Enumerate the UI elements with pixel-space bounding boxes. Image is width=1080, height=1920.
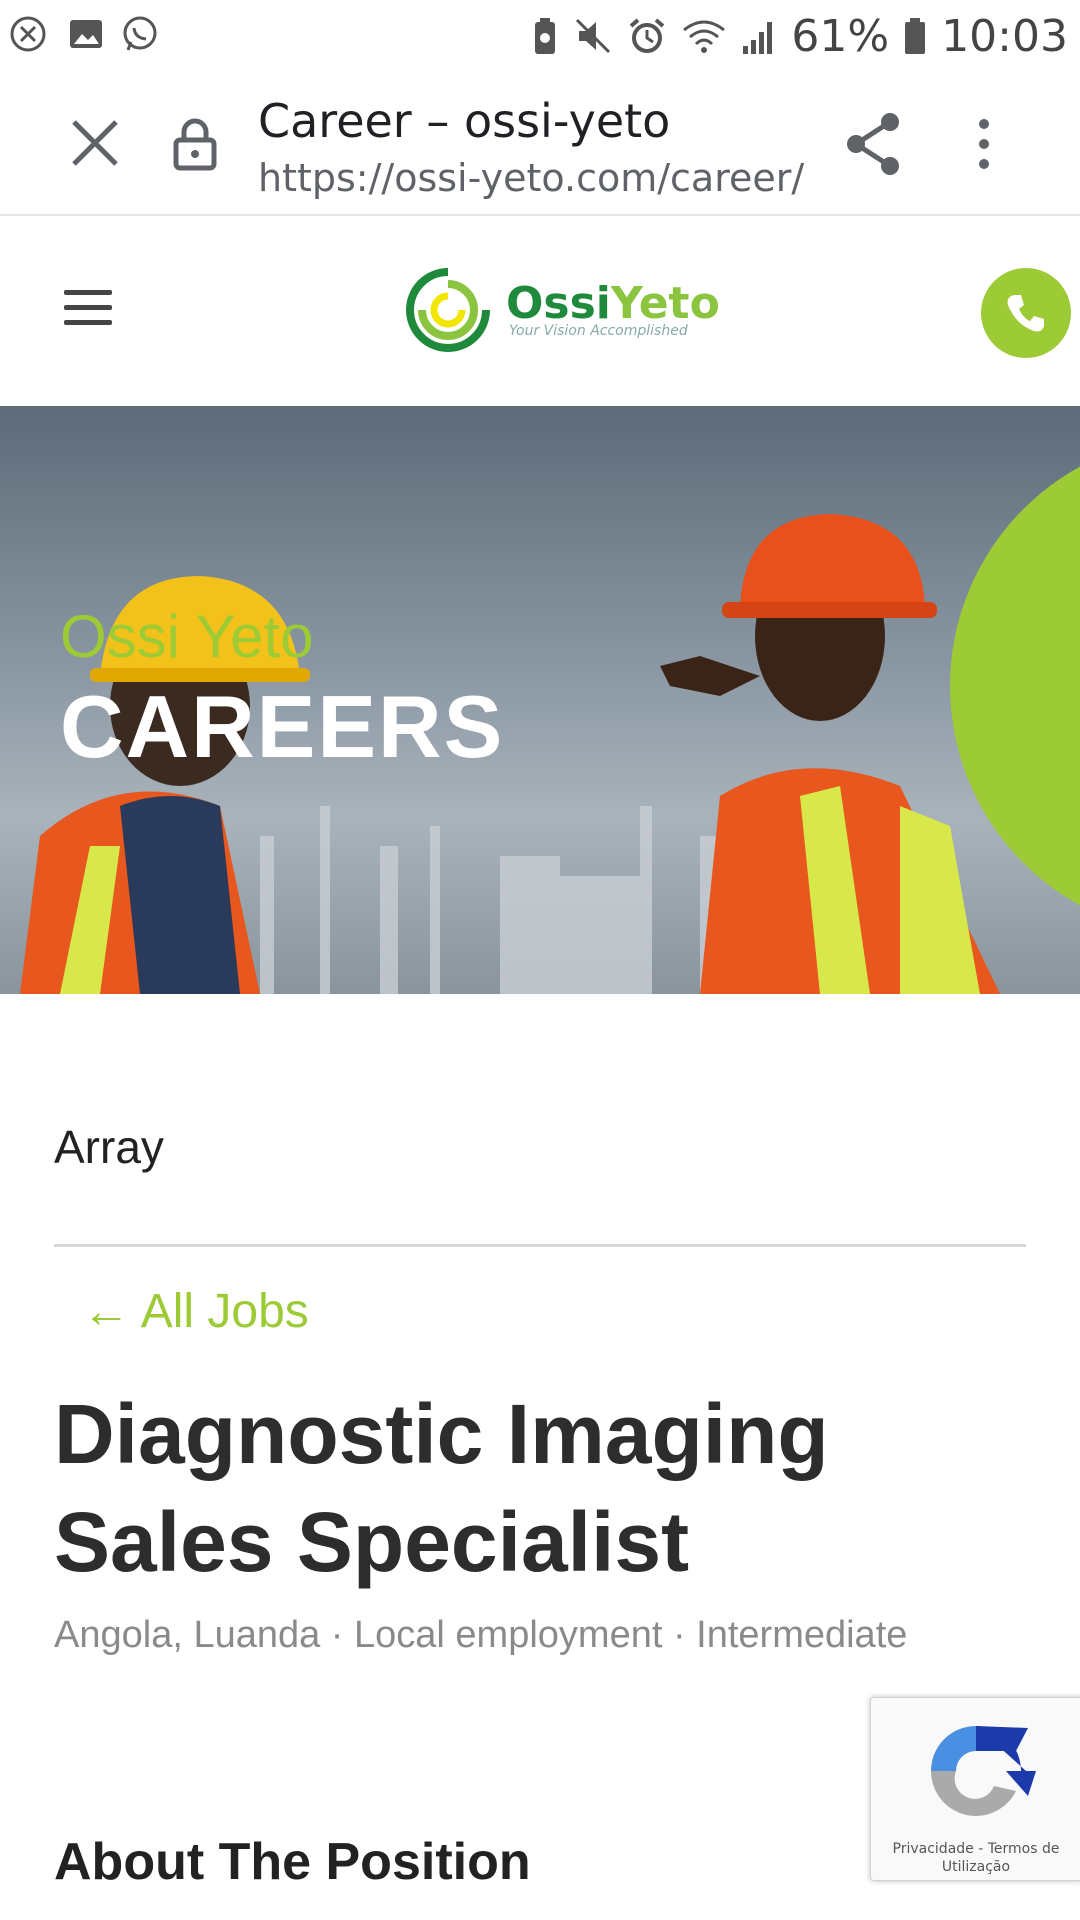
share-icon[interactable]: [844, 112, 902, 176]
phone-icon: [1007, 295, 1044, 332]
alarm-icon: [630, 18, 665, 53]
logo-text: OssiYeto: [506, 278, 720, 329]
call-button[interactable]: [981, 268, 1071, 358]
signal-icon: [743, 22, 773, 54]
logo-tagline: Your Vision Accomplished: [509, 323, 688, 339]
image-icon: [70, 20, 102, 48]
battery-percent: 61%: [791, 10, 890, 62]
section-heading: About The Position: [54, 1833, 531, 1891]
recaptcha-icon: [931, 1726, 1036, 1816]
logo-ossi: Ossi: [506, 278, 611, 329]
hero-banner: Ossi Yeto CAREERS: [0, 406, 1080, 994]
hero-subtitle: Ossi Yeto: [60, 603, 314, 670]
page-title: Career – ossi-yeto: [258, 94, 671, 148]
wifi-icon: [683, 20, 726, 53]
site-header: OssiYeto Your Vision Accomplished: [0, 216, 1080, 406]
logo-mark-icon: [406, 268, 490, 352]
menu-icon[interactable]: [62, 288, 114, 328]
close-icon[interactable]: [68, 116, 122, 170]
job-title: Diagnostic Imaging Sales Specialist: [54, 1387, 829, 1589]
recaptcha-privacy-link[interactable]: Privacidade: [893, 1841, 974, 1857]
status-bar: 61% 10:03: [0, 0, 1080, 72]
close-circle-icon: [10, 16, 46, 52]
browser-toolbar: Career – ossi-yeto https://ossi-yeto.com…: [0, 72, 1080, 216]
array-text: Array: [54, 1121, 164, 1173]
battery-saver-icon: [535, 18, 556, 54]
whatsapp-icon: [123, 16, 157, 51]
url-bar[interactable]: https://ossi-yeto.com/career/co: [258, 156, 806, 200]
lock-icon[interactable]: [172, 116, 218, 172]
more-vert-icon[interactable]: [974, 116, 994, 172]
clock: 10:03: [941, 10, 1068, 62]
mute-icon: [576, 18, 611, 54]
all-jobs-link[interactable]: ← All Jobs: [82, 1284, 309, 1339]
job-meta: Angola, Luanda · Local employment · Inte…: [54, 1614, 908, 1656]
recaptcha-badge[interactable]: Privacidade - Termos de Utilização: [870, 1697, 1080, 1881]
battery-icon: [905, 18, 926, 54]
hero-title: CAREERS: [60, 677, 505, 776]
recaptcha-separator: -: [973, 1841, 988, 1857]
recaptcha-text: Privacidade - Termos de Utilização: [871, 1840, 1080, 1876]
divider: [54, 1244, 1026, 1247]
logo-yeto: Yeto: [610, 278, 720, 329]
